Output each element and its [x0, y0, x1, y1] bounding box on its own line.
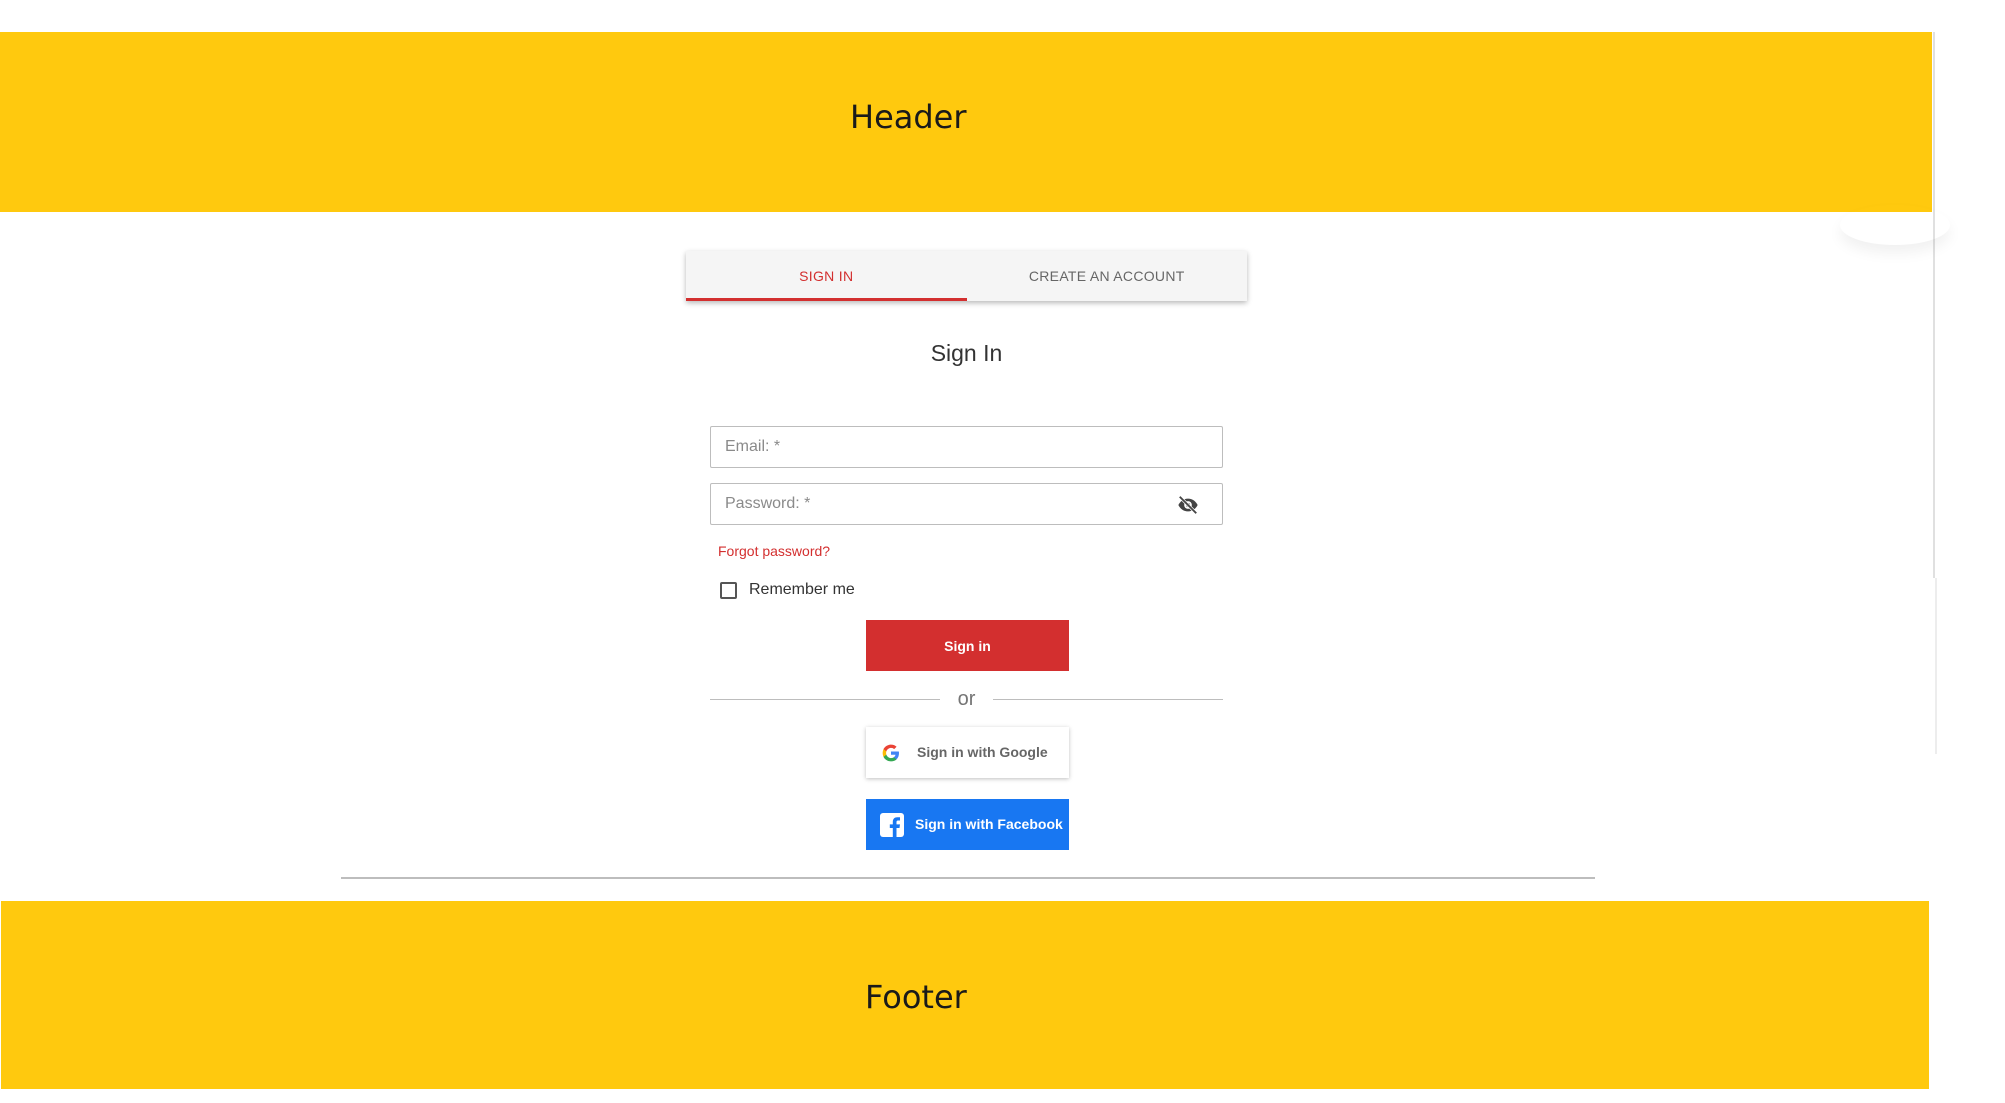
remember-me-label[interactable]: Remember me: [749, 581, 855, 599]
facebook-sign-in-button[interactable]: Sign in with Facebook: [866, 799, 1069, 850]
eye-off-icon[interactable]: [1176, 494, 1200, 516]
email-field-container: [710, 426, 1223, 468]
or-divider: or: [710, 688, 1223, 712]
google-icon: [882, 744, 899, 762]
email-field[interactable]: [711, 427, 1222, 467]
footer-title: Footer: [865, 978, 967, 1016]
facebook-icon: [880, 813, 904, 837]
sign-in-button[interactable]: Sign in: [866, 620, 1069, 671]
auth-tabs: SIGN IN CREATE AN ACCOUNT: [686, 251, 1247, 301]
remember-me-row: Remember me: [720, 581, 855, 599]
page-edge-divider: [1933, 32, 1935, 578]
google-button-label: Sign in with Google: [917, 744, 1048, 760]
password-field-container: [710, 483, 1223, 525]
page-footer: Footer: [1, 901, 1929, 1089]
password-field[interactable]: [711, 484, 1222, 524]
decorative-shadow: [1840, 205, 1950, 245]
tab-sign-in[interactable]: SIGN IN: [686, 251, 967, 301]
google-sign-in-button[interactable]: Sign in with Google: [866, 727, 1069, 778]
divider-line-right: [993, 699, 1223, 700]
form-title: Sign In: [930, 340, 1003, 366]
tab-create-account[interactable]: CREATE AN ACCOUNT: [967, 251, 1248, 301]
header-title: Header: [850, 98, 967, 136]
page-edge-divider: [1935, 578, 1937, 754]
facebook-button-label: Sign in with Facebook: [915, 816, 1063, 832]
forgot-password-link[interactable]: Forgot password?: [718, 543, 830, 559]
page-header: Header: [0, 32, 1932, 212]
section-divider: [341, 877, 1595, 879]
remember-me-checkbox[interactable]: [720, 581, 737, 599]
